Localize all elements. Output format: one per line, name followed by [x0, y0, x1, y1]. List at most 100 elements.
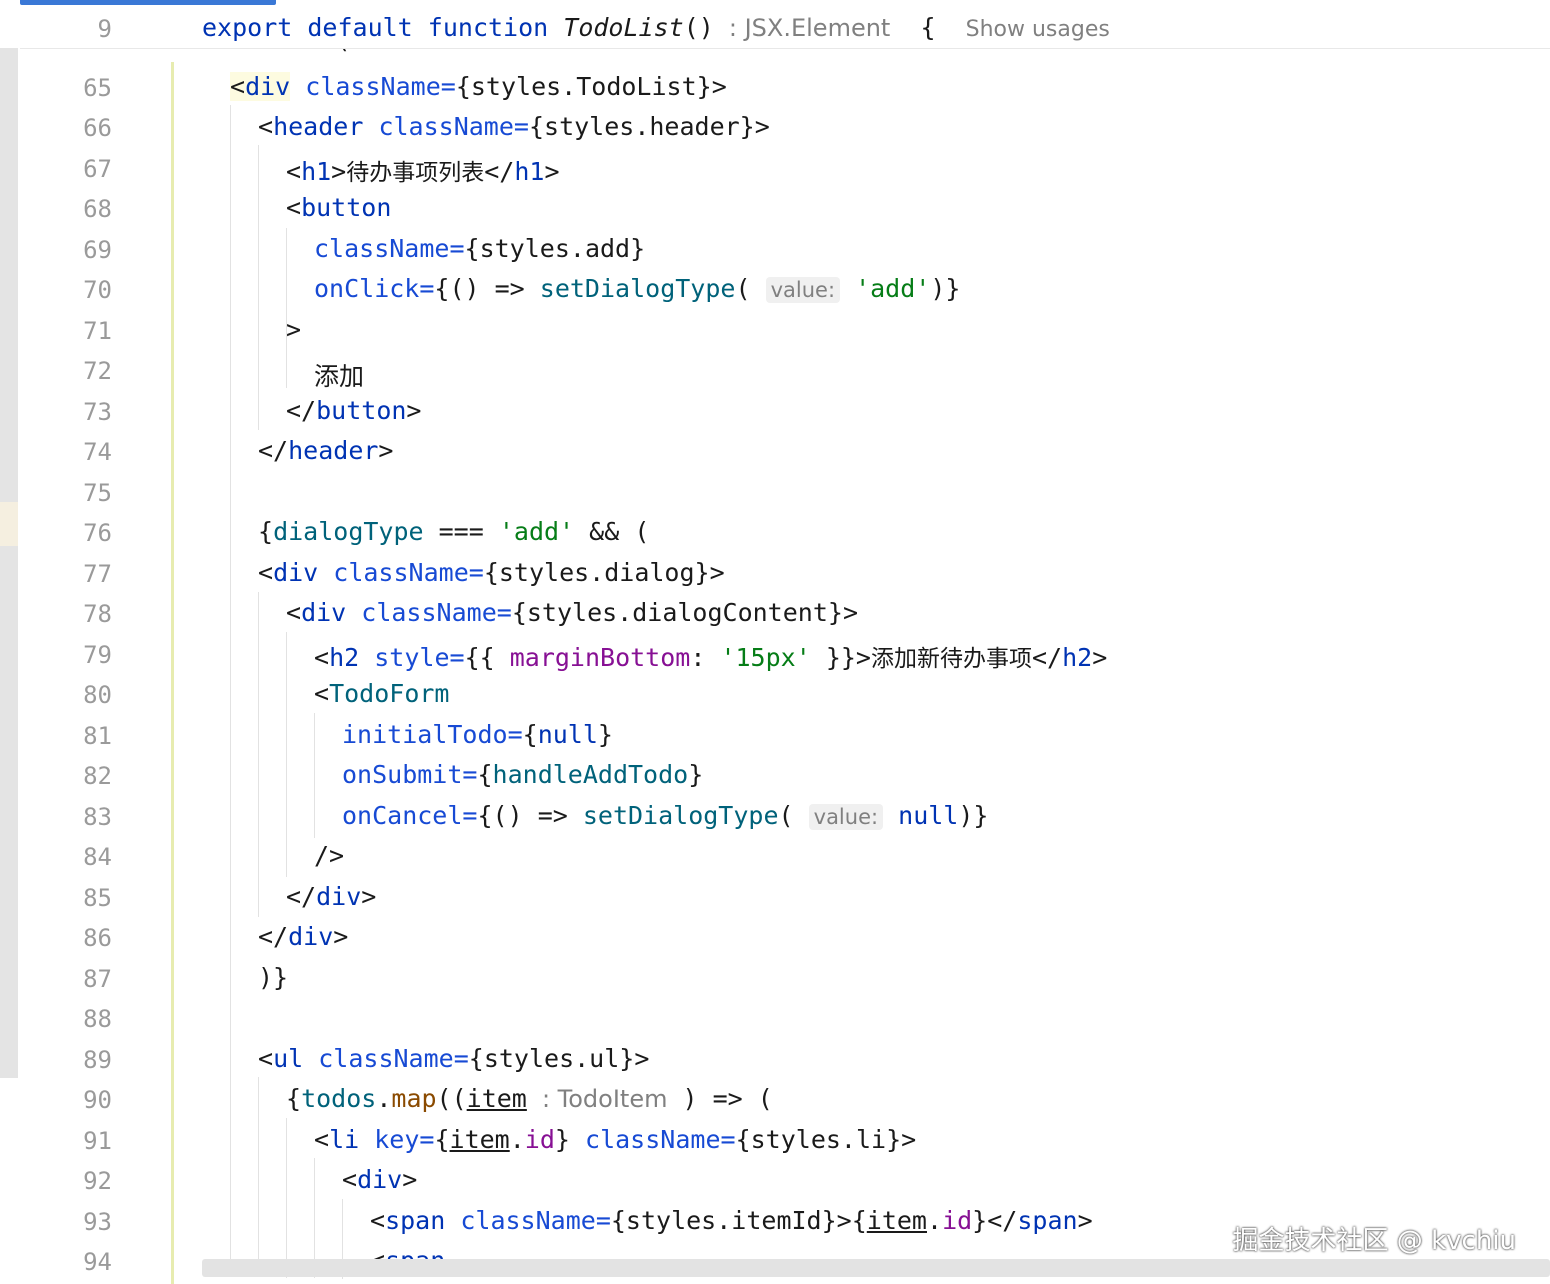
code-line[interactable]: 80 <TodoForm	[20, 673, 1550, 713]
code-line[interactable]: 72 添加	[20, 349, 1550, 391]
line-number: 90	[83, 1086, 112, 1114]
code-line[interactable]: 74 </header>	[20, 430, 1550, 470]
code-line[interactable]: 81 initialTodo={null}	[20, 714, 1550, 754]
code-line[interactable]: 67 <h1>待办事项列表</h1>	[20, 147, 1550, 187]
code-text: <div className={styles.dialog}>	[258, 558, 725, 587]
code-line[interactable]: 87 )}	[20, 957, 1550, 997]
line-number: 94	[83, 1248, 112, 1276]
line-number: 92	[83, 1167, 112, 1195]
code-text: <button	[286, 193, 392, 222]
parameter-hint: value:	[808, 804, 884, 830]
code-text: <h2 style={{ marginBottom: '15px' }}>添加新…	[314, 643, 1108, 672]
line-number: 71	[83, 317, 112, 345]
code-text: 添加	[314, 362, 365, 391]
code-text: <TodoForm	[314, 679, 450, 708]
code-text: {dialogType === 'add' && (	[258, 517, 650, 546]
code-text: <div className={styles.TodoList}>	[230, 72, 727, 101]
code-line[interactable]: 77 <div className={styles.dialog}>	[20, 552, 1550, 592]
code-line[interactable]: 71 >	[20, 309, 1550, 349]
code-line[interactable]: 83 onCancel={() => setDialogType( value:…	[20, 795, 1550, 835]
parens: ()	[683, 13, 714, 42]
code-text: <span className={styles.itemId}>{item.id…	[370, 1206, 1093, 1235]
function-name: TodoList	[563, 13, 684, 42]
line-number: 80	[83, 681, 112, 709]
code-text: onClick={() => setDialogType( value: 'ad…	[314, 274, 961, 303]
code-line[interactable]: 73 </button>	[20, 390, 1550, 430]
horizontal-scrollbar[interactable]	[202, 1259, 1550, 1277]
line-number: 87	[83, 965, 112, 993]
code-text: <ul className={styles.ul}>	[258, 1044, 650, 1073]
line-number: 73	[83, 398, 112, 426]
code-line[interactable]: 91 <li key={item.id} className={styles.l…	[20, 1119, 1550, 1159]
code-text: onCancel={() => setDialogType( value: nu…	[342, 801, 989, 830]
code-line[interactable]: 75	[20, 471, 1550, 511]
code-line[interactable]: 68 <button	[20, 187, 1550, 227]
caret-line-marker	[0, 502, 18, 546]
line-number: 81	[83, 722, 112, 750]
type-hint: : TodoItem	[541, 1085, 668, 1113]
code-text: initialTodo={null}	[342, 720, 613, 749]
line-number: 75	[83, 479, 112, 507]
code-line[interactable]: 85 </div>	[20, 876, 1550, 916]
parameter-hint: value:	[765, 277, 841, 303]
code-text: <div className={styles.dialogContent}>	[286, 598, 859, 627]
keyword: export	[202, 13, 293, 42]
code-text: onSubmit={handleAddTodo}	[342, 760, 704, 789]
watermark: 掘金技术社区 @ kvchiu	[1232, 1226, 1516, 1256]
code-line[interactable]: 78 <div className={styles.dialogContent}…	[20, 592, 1550, 632]
code-text: )}	[258, 963, 289, 992]
show-usages-link[interactable]: Show usages	[966, 17, 1110, 42]
code-line[interactable]: 84 />	[20, 835, 1550, 875]
code-text: <header className={styles.header}>	[258, 112, 770, 141]
line-number: 83	[83, 803, 112, 831]
line-number: 77	[83, 560, 112, 588]
code-text: {todos.map((item : TodoItem ) => (	[286, 1084, 773, 1113]
code-text: className={styles.add}	[314, 234, 646, 263]
code-line[interactable]: 79 <h2 style={{ marginBottom: '15px' }}>…	[20, 633, 1550, 673]
return-type-hint: : JSX.Element	[728, 14, 891, 42]
code-line[interactable]: 90 {todos.map((item : TodoItem ) => (	[20, 1078, 1550, 1118]
code-line[interactable]: 92 <div>	[20, 1159, 1550, 1199]
code-line[interactable]: 70 onClick={() => setDialogType( value: …	[20, 268, 1550, 308]
code-text: </div>	[286, 882, 377, 911]
line-number: 78	[83, 600, 112, 628]
code-text: </div>	[258, 922, 349, 951]
sticky-code: export default function TodoList() : JSX…	[202, 13, 1110, 42]
line-number: 72	[83, 357, 112, 385]
line-number: 65	[83, 74, 112, 102]
open-brace: {	[920, 13, 936, 42]
code-line[interactable]: 65 <div className={styles.TodoList}>	[20, 66, 1550, 106]
line-number: 68	[83, 195, 112, 223]
line-number: 69	[83, 236, 112, 264]
code-line[interactable]: 82 onSubmit={handleAddTodo}	[20, 754, 1550, 794]
line-number: 93	[83, 1208, 112, 1236]
code-line[interactable]: 88	[20, 997, 1550, 1037]
code-text: <li key={item.id} className={styles.li}>	[314, 1125, 917, 1154]
keyword: default	[307, 13, 413, 42]
code-text: />	[314, 841, 345, 870]
line-number: 85	[83, 884, 112, 912]
line-number: 67	[83, 155, 112, 183]
line-number: 84	[83, 843, 112, 871]
code-line[interactable]: 89 <ul className={styles.ul}>	[20, 1038, 1550, 1078]
line-number: 76	[83, 519, 112, 547]
code-line[interactable]: 69 className={styles.add}	[20, 228, 1550, 268]
line-number: 88	[83, 1005, 112, 1033]
line-number: 82	[83, 762, 112, 790]
code-text: <h1>待办事项列表</h1>	[286, 157, 560, 186]
line-number: 9	[97, 15, 112, 43]
line-number: 79	[83, 641, 112, 669]
line-number: 70	[83, 276, 112, 304]
line-number: 86	[83, 924, 112, 952]
code-text: </button>	[286, 396, 422, 425]
code-line[interactable]: 86 </div>	[20, 916, 1550, 956]
sticky-function-header[interactable]: 9 export default function TodoList() : J…	[20, 5, 1550, 49]
line-number: 66	[83, 114, 112, 142]
line-number: 74	[83, 438, 112, 466]
code-text: >	[286, 315, 302, 344]
code-line[interactable]: 76 {dialogType === 'add' && (	[20, 511, 1550, 551]
keyword: function	[427, 13, 549, 42]
code-line[interactable]: 66 <header className={styles.header}>	[20, 106, 1550, 146]
line-number: 89	[83, 1046, 112, 1074]
left-scrollbar[interactable]	[0, 48, 18, 1078]
